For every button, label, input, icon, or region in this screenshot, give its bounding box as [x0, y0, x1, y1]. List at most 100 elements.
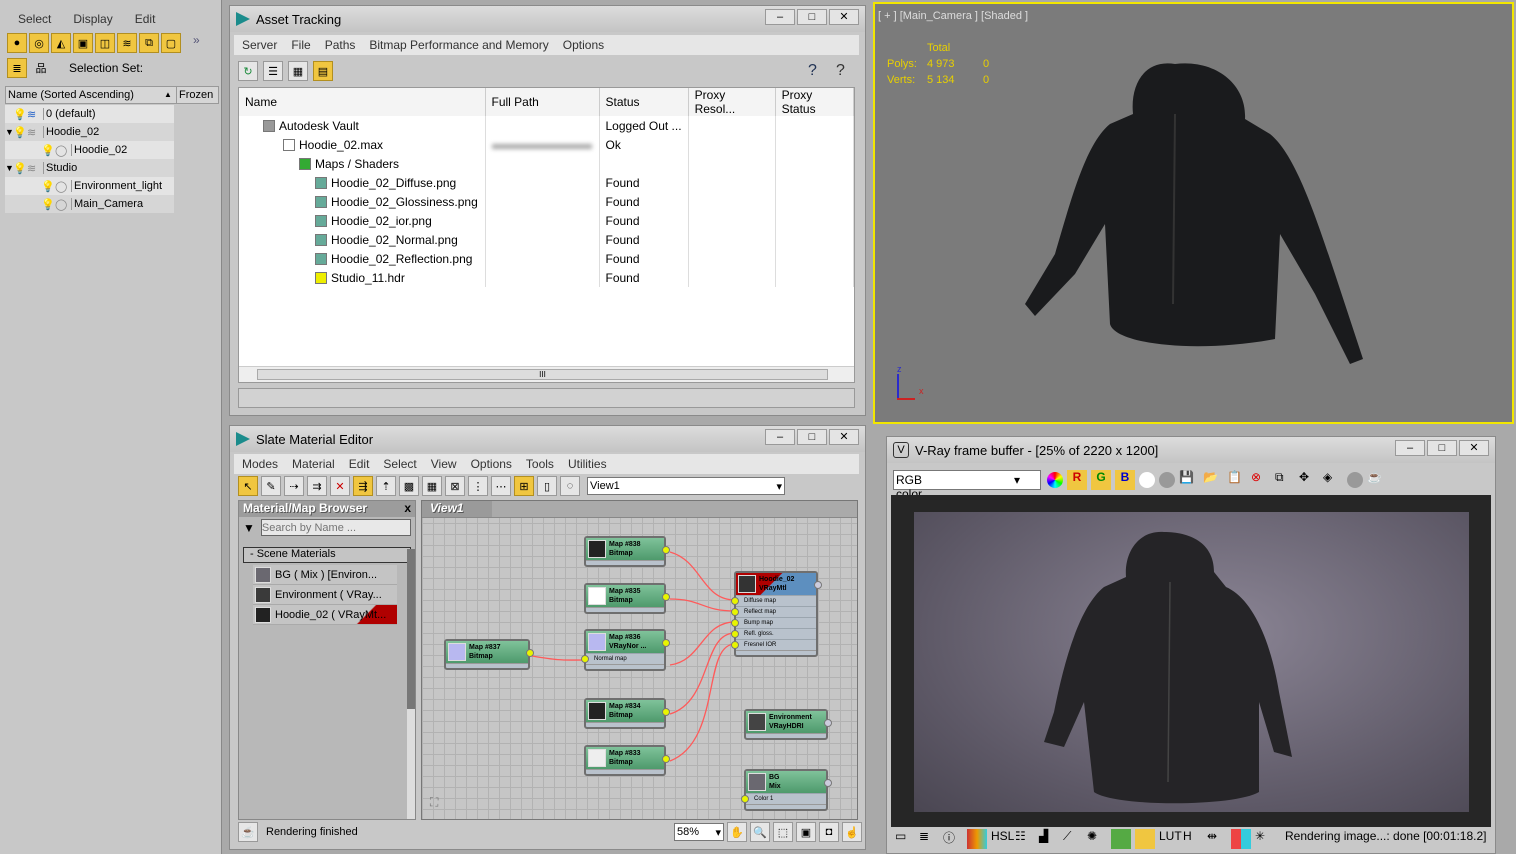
scene-materials-group[interactable]: - Scene Materials — [243, 547, 411, 563]
clipboard-icon[interactable]: 📋 — [1227, 470, 1247, 490]
scroll-thumb[interactable]: III — [257, 369, 828, 380]
zoom-select[interactable]: 58% ▾ — [674, 823, 724, 841]
output-socket[interactable] — [662, 708, 670, 716]
histogram-icon[interactable]: ▟ — [1039, 829, 1059, 849]
material-item[interactable]: Hoodie_02 ( VRayMt... — [253, 605, 397, 625]
output-socket[interactable] — [824, 779, 832, 787]
close-button[interactable]: ✕ — [1459, 440, 1489, 456]
teapot-icon[interactable]: ☕ — [1367, 470, 1387, 490]
horizontal-scrollbar[interactable]: III — [239, 366, 854, 382]
view-select[interactable]: View1 ▾ — [587, 477, 785, 495]
curves-icon[interactable]: ⟋ — [1063, 829, 1083, 849]
slot-reflect[interactable]: Reflect map — [731, 606, 816, 617]
minimize-button[interactable]: – — [765, 9, 795, 25]
input-socket[interactable] — [731, 597, 739, 605]
slot-normal[interactable]: Normal map — [581, 653, 664, 664]
thumbnail-icon[interactable]: ▦ — [288, 61, 308, 81]
hsl-icon[interactable]: HSL — [991, 829, 1014, 849]
green-channel-icon[interactable]: G — [1091, 470, 1111, 490]
hide-unused-icon[interactable]: ⇡ — [376, 476, 396, 496]
col-proxy-res[interactable]: Proxy Resol... — [688, 88, 776, 116]
select-by-material-icon[interactable]: ◌ — [560, 476, 580, 496]
menu-select[interactable]: Select — [18, 12, 51, 26]
exposure-icon[interactable]: ✺ — [1087, 829, 1107, 849]
col-name[interactable]: Name — [239, 88, 486, 116]
spacewarp-filter-icon[interactable]: ≋ — [117, 33, 137, 53]
background-icon[interactable]: ▩ — [399, 476, 419, 496]
node-m837[interactable]: Map #837 Bitmap — [444, 639, 534, 670]
move-children-icon[interactable]: ⇶ — [353, 476, 373, 496]
menu-tools[interactable]: Tools — [526, 457, 554, 471]
more-icon[interactable]: » — [193, 33, 200, 53]
stamp-icon[interactable]: ✳ — [1255, 829, 1275, 849]
camera-filter-icon[interactable]: ▣ — [73, 33, 93, 53]
help-icon[interactable]: ? — [808, 62, 817, 80]
zoom-icon[interactable]: 🔍 — [750, 822, 770, 842]
slot-diffuse[interactable]: Diffuse map — [731, 595, 816, 606]
layout-horizontal-icon[interactable]: ⋯ — [491, 476, 511, 496]
parameter-editor-icon[interactable]: ▯ — [537, 476, 557, 496]
input-socket[interactable] — [731, 630, 739, 638]
maximize-button[interactable]: □ — [797, 9, 827, 25]
history-icon[interactable]: H — [1183, 829, 1203, 849]
compare-icon[interactable]: ⇹ — [1207, 829, 1227, 849]
minimize-button[interactable]: – — [765, 429, 795, 445]
table-row[interactable]: Maps / Shaders — [239, 154, 854, 173]
menu-file[interactable]: File — [291, 38, 310, 52]
show-map-icon[interactable]: ⊠ — [445, 476, 465, 496]
mono-icon[interactable] — [1159, 472, 1175, 488]
stop-icon[interactable] — [1347, 472, 1363, 488]
table-row[interactable]: Hoodie_02_Glossiness.png Found — [239, 192, 854, 211]
input-socket[interactable] — [731, 608, 739, 616]
explorer-row[interactable]: ▼ 💡 ≋ Hoodie_02 — [5, 123, 174, 141]
slot-fresnel[interactable]: Fresnel IOR — [731, 639, 816, 650]
material-item[interactable]: BG ( Mix ) [Environ... — [253, 565, 397, 585]
table-row[interactable]: Autodesk Vault Logged Out ... — [239, 116, 854, 135]
background-image-icon[interactable] — [1111, 829, 1131, 849]
slot-color1[interactable]: Color 1 — [741, 793, 826, 804]
table-row[interactable]: Hoodie_02_Normal.png Found — [239, 230, 854, 249]
col-full-path[interactable]: Full Path — [485, 88, 600, 116]
output-socket[interactable] — [662, 546, 670, 554]
output-socket[interactable] — [662, 755, 670, 763]
lut-icon[interactable]: LUT — [1159, 829, 1182, 849]
search-input[interactable] — [260, 519, 411, 536]
info-icon[interactable]: ⓘ — [943, 829, 963, 849]
node-env[interactable]: Environment VRayHDRI — [744, 709, 832, 740]
channel-select[interactable]: RGB color ▾ — [893, 470, 1041, 501]
node-m833[interactable]: Map #833 Bitmap — [584, 745, 670, 776]
menu-server[interactable]: Server — [242, 38, 277, 52]
node-hoodie[interactable]: Hoodie_02 VRayMtl Diffuse map Reflect map Bu… — [731, 571, 822, 657]
layout-children-icon[interactable]: ⊞ — [514, 476, 534, 496]
lens-effects-icon[interactable] — [1135, 829, 1155, 849]
delete-icon[interactable]: ✕ — [330, 476, 350, 496]
input-socket[interactable] — [731, 641, 739, 649]
light-bulb-icon[interactable]: 💡 — [41, 144, 55, 157]
maximize-button[interactable]: □ — [797, 429, 827, 445]
zoom-region-icon[interactable]: ⬚ — [773, 822, 793, 842]
light-filter-icon[interactable]: ◭ — [51, 33, 71, 53]
menu-edit[interactable]: Edit — [135, 12, 156, 26]
table-row[interactable]: Hoodie_02.max Ok — [239, 135, 854, 154]
refresh-icon[interactable]: ↻ — [238, 61, 258, 81]
viewport-label[interactable]: [ + ] [Main_Camera ] [Shaded ] — [878, 10, 1028, 22]
put-to-scene-icon[interactable]: ⇢ — [284, 476, 304, 496]
group-filter-icon[interactable]: ⧉ — [139, 33, 159, 53]
light-bulb-icon[interactable]: 💡 — [13, 162, 27, 175]
output-socket[interactable] — [814, 581, 822, 589]
zoom-selected-icon[interactable]: ◘ — [819, 822, 839, 842]
table-row[interactable]: Hoodie_02_Reflection.png Found — [239, 249, 854, 268]
light-bulb-icon[interactable]: 💡 — [13, 108, 27, 121]
zoom-extents-icon[interactable]: ▣ — [796, 822, 816, 842]
red-channel-icon[interactable]: R — [1067, 470, 1087, 490]
close-button[interactable]: ✕ — [829, 9, 859, 25]
levels-icon[interactable]: ☷ — [1015, 829, 1035, 849]
input-socket[interactable] — [741, 795, 749, 803]
minimize-button[interactable]: – — [1395, 440, 1425, 456]
col-proxy-status[interactable]: Proxy Status — [775, 88, 854, 116]
column-frozen[interactable]: Frozen — [176, 87, 215, 103]
layout-vertical-icon[interactable]: ⋮ — [468, 476, 488, 496]
maximize-button[interactable]: □ — [1427, 440, 1457, 456]
menu-paths[interactable]: Paths — [325, 38, 356, 52]
viewport[interactable]: [ + ] [Main_Camera ] [Shaded ] Total Pol… — [873, 2, 1514, 424]
